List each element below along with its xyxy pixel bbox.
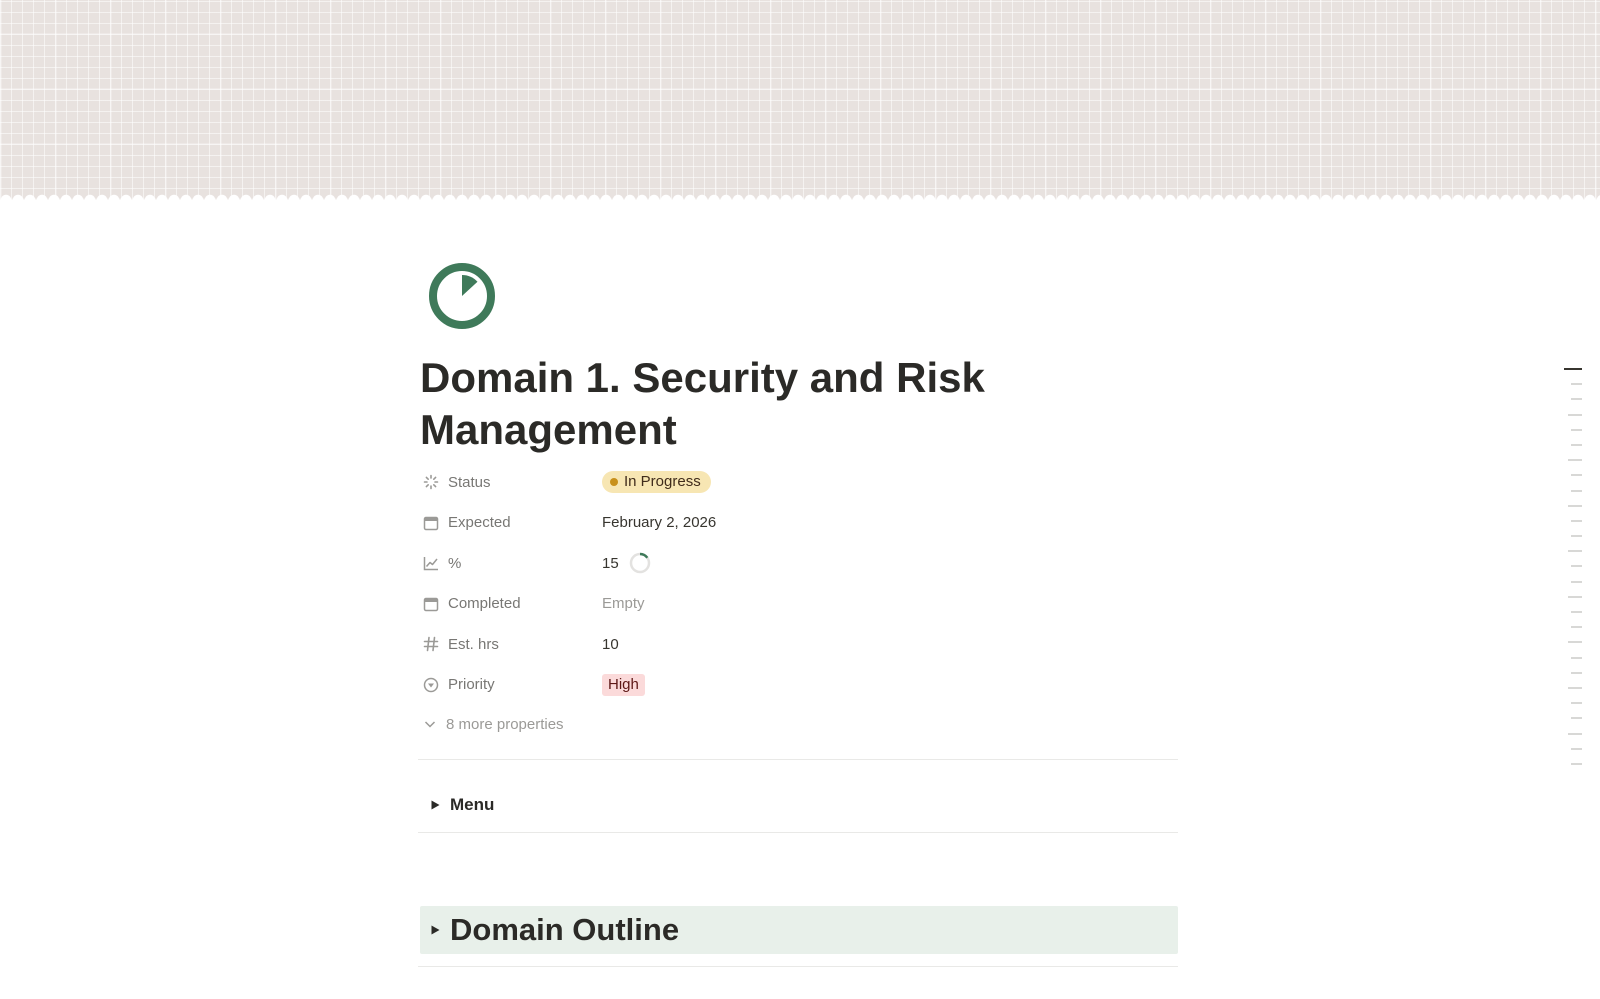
property-label-text: Status — [448, 473, 491, 491]
toc-item[interactable] — [1571, 671, 1582, 674]
chevron-down-icon — [422, 716, 438, 732]
toc-item[interactable] — [1568, 504, 1582, 507]
priority-tag[interactable]: High — [602, 673, 645, 696]
table-of-contents-rail[interactable] — [1560, 368, 1582, 778]
domain-outline-heading: Domain Outline — [450, 912, 680, 947]
status-icon — [422, 473, 440, 491]
property-label-text: Expected — [448, 514, 511, 532]
hash-icon — [422, 635, 440, 653]
calendar-icon — [422, 595, 440, 613]
property-label: Completed — [420, 595, 602, 613]
completed-empty-placeholder: Empty — [602, 595, 645, 613]
toc-item[interactable] — [1568, 641, 1582, 644]
menu-divider — [418, 832, 1178, 833]
toc-item[interactable] — [1571, 580, 1582, 583]
more-properties-label: 8 more properties — [446, 715, 564, 733]
menu-toggle[interactable]: Menu — [420, 792, 1178, 818]
toc-item[interactable] — [1571, 565, 1582, 568]
status-badge[interactable]: In Progress — [602, 471, 711, 494]
triangle-right-icon[interactable] — [420, 799, 450, 811]
property-value[interactable]: 15 — [602, 552, 651, 574]
more-properties-button[interactable]: 8 more properties — [420, 705, 1180, 743]
property-expected[interactable]: Expected February 2, 2026 — [420, 503, 1180, 544]
properties-divider — [418, 759, 1178, 760]
toc-item[interactable] — [1571, 489, 1582, 492]
pie-progress-icon[interactable] — [428, 262, 496, 330]
toc-item[interactable] — [1571, 519, 1582, 522]
property-est-hrs[interactable]: Est. hrs 10 — [420, 624, 1180, 665]
toc-item[interactable] — [1571, 611, 1582, 613]
property-label-text: Est. hrs — [448, 635, 499, 653]
property-completed[interactable]: Completed Empty — [420, 584, 1180, 625]
status-dot — [610, 478, 618, 487]
outline-divider — [418, 966, 1178, 967]
menu-toggle-label: Menu — [450, 795, 495, 814]
est-hrs-value: 10 — [602, 635, 619, 653]
property-label-text: Priority — [448, 676, 495, 694]
property-label-text: Completed — [448, 595, 521, 613]
page-title[interactable]: Domain 1. Security and Risk Management — [420, 352, 1180, 456]
toc-item[interactable] — [1568, 686, 1582, 689]
property-label: Est. hrs — [420, 635, 602, 653]
toc-item[interactable] — [1571, 428, 1582, 431]
toc-item[interactable] — [1571, 747, 1582, 750]
property-value[interactable]: In Progress — [602, 471, 711, 494]
cover-scalloped-edge — [0, 194, 1600, 200]
property-label: Priority — [420, 676, 602, 694]
expected-date: February 2, 2026 — [602, 514, 717, 532]
property-value[interactable]: Empty — [602, 595, 645, 612]
property-label-text: % — [448, 554, 462, 572]
property-label: % — [420, 554, 602, 572]
toc-item[interactable] — [1571, 656, 1582, 659]
toc-item[interactable] — [1571, 762, 1582, 765]
property-percent[interactable]: % 15 — [420, 543, 1180, 584]
property-status[interactable]: Status In Progress — [420, 462, 1180, 503]
property-value[interactable]: High — [602, 673, 645, 696]
property-priority[interactable]: Priority High — [420, 665, 1180, 706]
toc-item[interactable] — [1568, 413, 1582, 416]
property-label: Status — [420, 473, 602, 491]
progress-ring — [629, 553, 650, 574]
toc-item[interactable] — [1571, 474, 1582, 477]
toc-item[interactable] — [1564, 368, 1582, 370]
page-cover[interactable] — [0, 0, 1600, 200]
toc-item[interactable] — [1571, 535, 1582, 538]
triangle-right-icon[interactable] — [420, 924, 450, 936]
toc-item[interactable] — [1568, 459, 1582, 462]
chart-icon — [422, 554, 440, 572]
domain-outline-toggle[interactable]: Domain Outline — [420, 906, 1178, 954]
status-badge-label: In Progress — [624, 473, 701, 491]
toc-item[interactable] — [1568, 550, 1582, 553]
property-label: Expected — [420, 514, 602, 532]
toc-item[interactable] — [1571, 702, 1582, 705]
toc-item[interactable] — [1568, 732, 1582, 735]
property-value[interactable]: 10 — [602, 636, 619, 653]
toc-item[interactable] — [1571, 626, 1582, 629]
toc-item[interactable] — [1571, 717, 1582, 720]
properties-panel: Status In Progress Expected February 2, … — [420, 462, 1180, 743]
toc-item[interactable] — [1571, 443, 1582, 446]
percent-value: 15 — [602, 554, 619, 572]
calendar-icon — [422, 514, 440, 532]
toc-item[interactable] — [1568, 595, 1582, 598]
toc-item[interactable] — [1571, 383, 1582, 386]
property-value[interactable]: February 2, 2026 — [602, 514, 716, 531]
toc-item[interactable] — [1571, 398, 1582, 401]
priority-icon — [422, 676, 440, 694]
